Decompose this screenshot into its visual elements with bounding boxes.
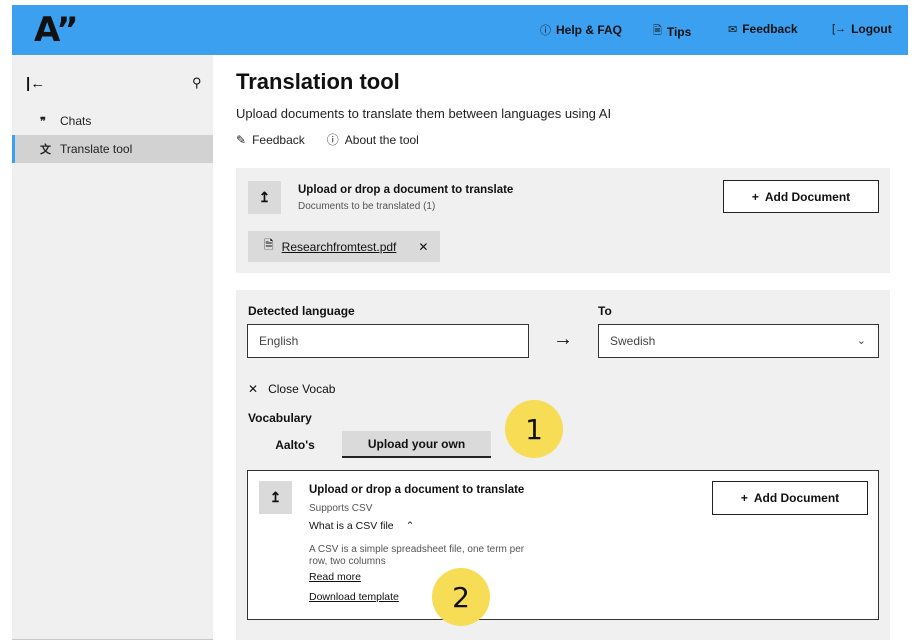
collapse-sidebar-icon[interactable]: |← <box>26 75 45 92</box>
plus-icon: + <box>751 189 759 204</box>
search-icon[interactable]: ⚲ <box>192 75 202 91</box>
detected-language-label: Detected language <box>248 304 355 318</box>
logout-label: Logout <box>851 22 892 36</box>
page-links: ✎ Feedback ⓘ About the tool <box>236 131 419 148</box>
vocab-upload-title: Upload or drop a document to translate <box>309 484 525 496</box>
what-is-csv-label: What is a CSV file <box>309 520 394 532</box>
help-faq-link[interactable]: ⓘ Help & FAQ <box>540 22 622 38</box>
sidebar-item-chats[interactable]: ❞ Chats <box>12 107 213 135</box>
add-vocab-document-button[interactable]: + Add Document <box>712 481 868 515</box>
add-document-button[interactable]: + Add Document <box>723 180 879 213</box>
quote-icon: ❞ <box>40 115 46 128</box>
logout-link[interactable]: [→ Logout <box>832 22 892 36</box>
top-bar: A” ⓘ Help & FAQ 🗎 Tips ✉ Feedback [→ Log… <box>12 5 908 55</box>
translate-icon: 文 <box>40 144 51 156</box>
add-document-label: Add Document <box>764 189 851 204</box>
file-chip: 🗎 Researchfromtest.pdf ✕ <box>248 231 440 262</box>
read-more-link[interactable]: Read more <box>309 571 361 583</box>
document-icon: 🗎 <box>653 25 662 37</box>
download-template-link[interactable]: Download template <box>309 591 399 603</box>
to-language-label: To <box>598 304 612 318</box>
tab-upload-your-own[interactable]: Upload your own <box>342 431 491 458</box>
upload-subtitle: Documents to be translated (1) <box>298 201 436 212</box>
feedback-link[interactable]: ✉ Feedback <box>728 22 798 36</box>
tips-label: Tips <box>666 24 692 39</box>
chevron-up-icon: ⌃ <box>405 520 415 532</box>
plus-icon: + <box>740 491 748 505</box>
csv-description: A CSV is a simple spreadsheet file, one … <box>309 544 525 567</box>
pencil-icon: ✎ <box>236 132 247 147</box>
close-icon: ✕ <box>248 382 259 396</box>
about-tool-label: About the tool <box>344 132 419 147</box>
logo[interactable]: A” <box>34 10 79 50</box>
page-subtitle: Upload documents to translate them betwe… <box>236 106 612 121</box>
detected-language-value: English <box>259 334 299 348</box>
feedback-page-link[interactable]: ✎ Feedback <box>236 131 305 148</box>
upload-icon[interactable]: ↥ <box>248 181 281 214</box>
callout-badge-2: 2 <box>432 568 490 626</box>
help-faq-label: Help & FAQ <box>556 23 623 37</box>
chevron-down-icon: ⌄ <box>856 335 866 347</box>
logout-icon: [→ <box>832 23 847 35</box>
page-title: Translation tool <box>236 69 400 94</box>
feedback-page-label: Feedback <box>252 132 305 147</box>
mail-icon: ✉ <box>728 23 738 36</box>
vocabulary-heading: Vocabulary <box>248 411 312 425</box>
callout-badge-1: 1 <box>505 400 563 458</box>
remove-file-icon[interactable]: ✕ <box>418 240 428 254</box>
upload-icon[interactable]: ↥ <box>259 481 292 514</box>
upload-title: Upload or drop a document to translate <box>298 184 514 196</box>
target-language-select[interactable]: Swedish ⌄ <box>598 324 879 358</box>
supports-csv-text: Supports CSV <box>309 503 373 514</box>
what-is-csv-toggle[interactable]: What is a CSV file ⌃ <box>309 520 414 532</box>
close-vocab-button[interactable]: ✕ Close Vocab <box>248 382 335 396</box>
about-tool-link[interactable]: ⓘ About the tool <box>327 131 419 148</box>
sidebar-item-label: Chats <box>60 114 92 128</box>
sidebar-item-translate-tool[interactable]: 文 Translate tool <box>12 135 213 163</box>
info-icon: ⓘ <box>540 25 551 37</box>
tab-aaltos[interactable]: Aalto's <box>248 431 342 458</box>
vocabulary-tabs: Aalto's Upload your own <box>248 431 491 458</box>
detected-language-field[interactable]: English <box>247 324 529 358</box>
arrow-right-icon: → <box>553 328 573 350</box>
add-vocab-document-label: Add Document <box>753 491 840 505</box>
file-name-link[interactable]: Researchfromtest.pdf <box>282 240 397 254</box>
tips-link[interactable]: 🗎 Tips <box>653 22 691 41</box>
target-language-value: Swedish <box>610 334 656 348</box>
sidebar: |← ⚲ ❞ Chats 文 Translate tool <box>12 55 213 640</box>
close-vocab-label: Close Vocab <box>268 382 336 396</box>
sidebar-item-label: Translate tool <box>60 142 133 156</box>
feedback-label: Feedback <box>742 22 798 36</box>
info-icon: ⓘ <box>326 133 339 147</box>
file-icon: 🗎 <box>264 238 274 252</box>
